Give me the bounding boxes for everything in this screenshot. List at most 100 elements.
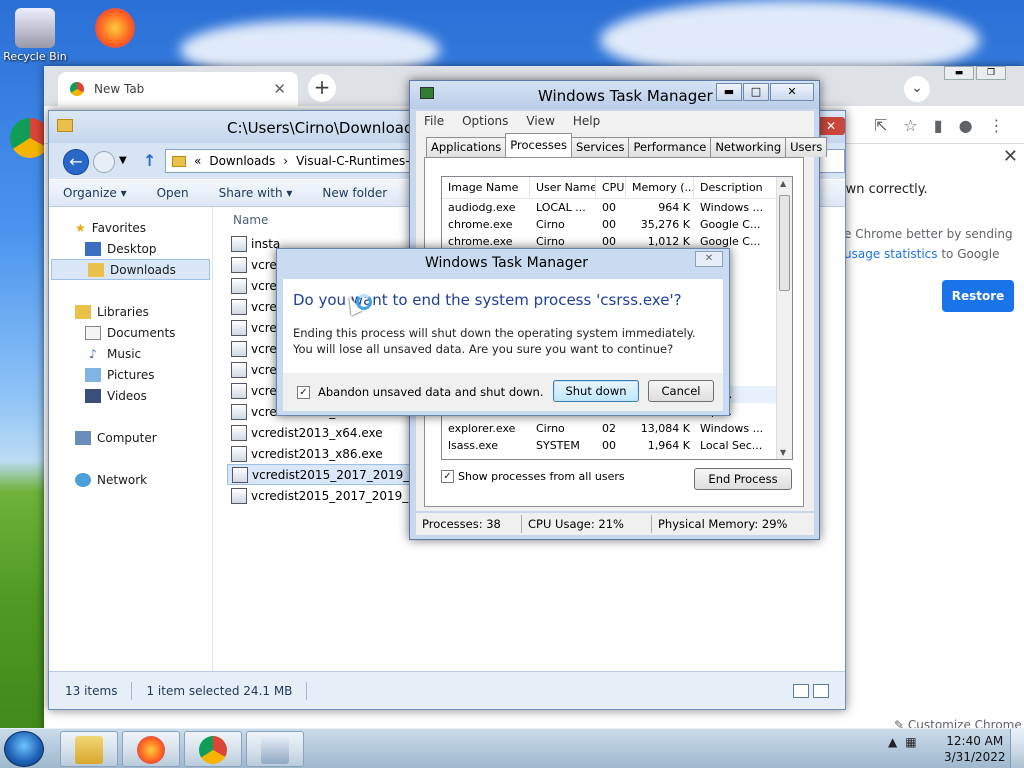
nav-computer[interactable]: Computer bbox=[49, 427, 212, 448]
taskbar-chrome[interactable] bbox=[184, 731, 242, 767]
new-folder-button[interactable]: New folder bbox=[322, 186, 387, 200]
address-segment-downloads[interactable]: Downloads bbox=[209, 154, 275, 168]
desktop-icon-recycle-bin[interactable]: Recycle Bin bbox=[0, 8, 70, 63]
forward-button[interactable] bbox=[93, 151, 115, 173]
close-icon[interactable]: ✕ bbox=[273, 80, 286, 98]
nav-favorites[interactable]: ★ Favorites bbox=[49, 217, 212, 238]
installer-icon bbox=[231, 277, 247, 294]
column-cpu[interactable]: CPU bbox=[596, 177, 626, 198]
tab-users[interactable]: Users bbox=[785, 137, 828, 157]
menu-options[interactable]: Options bbox=[462, 114, 508, 128]
tab-applications[interactable]: Applications bbox=[426, 137, 507, 157]
up-arrow-icon[interactable]: ↑ bbox=[143, 151, 156, 170]
installer-icon bbox=[232, 466, 248, 483]
close-button[interactable]: ✕ bbox=[817, 117, 845, 135]
tab-services[interactable]: Services bbox=[570, 137, 630, 157]
tab-performance[interactable]: Performance bbox=[628, 137, 712, 157]
close-button[interactable]: ✕ bbox=[770, 83, 814, 101]
process-row[interactable]: chrome.exe Cirno 00 35,276 K Google C... bbox=[442, 216, 792, 233]
minimize-button[interactable]: ▬ bbox=[716, 83, 742, 101]
nav-libraries[interactable]: Libraries bbox=[49, 301, 212, 322]
nav-label: Favorites bbox=[91, 220, 146, 235]
usage-statistics-link[interactable]: usage statistics bbox=[844, 247, 938, 261]
process-cell-mem: 35,276 K bbox=[640, 218, 690, 231]
scroll-up-icon[interactable]: ▲ bbox=[780, 179, 786, 188]
cancel-button[interactable]: Cancel bbox=[648, 380, 714, 402]
share-icon[interactable]: ⇱ bbox=[874, 116, 887, 135]
checkbox-checked[interactable]: ✓ bbox=[441, 470, 454, 483]
minimize-button[interactable]: ▬ bbox=[944, 66, 974, 80]
nav-videos[interactable]: Videos bbox=[49, 385, 212, 406]
chrome-tab-new-tab[interactable]: New Tab ✕ bbox=[58, 72, 298, 106]
network-icon[interactable]: ▦ bbox=[905, 735, 916, 749]
organize-button[interactable]: Organize ▾ bbox=[63, 186, 127, 200]
close-icon[interactable]: ✕ bbox=[1003, 146, 1018, 167]
column-description[interactable]: Description bbox=[694, 177, 780, 198]
process-row[interactable]: explorer.exe Cirno 02 13,084 K Windows ... bbox=[442, 420, 792, 437]
taskbar: ▲ ▦ 12:40 AM 3/31/2022 bbox=[0, 728, 1024, 768]
tab-strip: Applications Processes Services Performa… bbox=[426, 133, 828, 157]
shut-down-button[interactable]: Shut down bbox=[553, 380, 639, 402]
nav-music[interactable]: ♪ Music bbox=[49, 343, 212, 364]
process-scrollbar[interactable]: ▲ ▼ bbox=[776, 177, 792, 459]
tab-networking[interactable]: Networking bbox=[710, 137, 787, 157]
videos-icon bbox=[85, 388, 101, 403]
show-desktop-button[interactable] bbox=[1010, 729, 1024, 768]
share-with-button[interactable]: Share with ▾ bbox=[219, 186, 293, 200]
details-view-icon[interactable] bbox=[793, 684, 809, 698]
installer-icon bbox=[231, 445, 247, 462]
nav-downloads[interactable]: Downloads bbox=[51, 259, 210, 280]
column-user-name[interactable]: User Name bbox=[530, 177, 596, 198]
process-cell-name: audiodg.exe bbox=[448, 201, 516, 214]
documents-icon bbox=[85, 325, 101, 340]
process-row[interactable]: audiodg.exe LOCAL ... 00 964 K Windows ... bbox=[442, 199, 792, 216]
start-button[interactable] bbox=[4, 731, 44, 767]
back-button[interactable]: ← bbox=[63, 149, 89, 175]
menu-icon[interactable]: ⋮ bbox=[989, 116, 1005, 135]
process-row[interactable]: lsass.exe SYSTEM 00 1,964 K Local Sec... bbox=[442, 437, 792, 454]
infobar-subtext-a: e Chrome better by sending bbox=[844, 227, 1013, 241]
show-all-users-checkbox[interactable]: ✓ Show processes from all users bbox=[441, 470, 625, 483]
side-panel-icon[interactable]: ▮ bbox=[934, 116, 943, 135]
maximize-button[interactable]: □ bbox=[743, 83, 769, 101]
recent-pages-dropdown[interactable]: ▼ bbox=[119, 155, 127, 166]
menu-help[interactable]: Help bbox=[573, 114, 600, 128]
preview-view-icon[interactable] bbox=[813, 684, 829, 698]
taskbar-clock[interactable]: 12:40 AM 3/31/2022 bbox=[944, 733, 1006, 765]
checkbox-checked[interactable]: ✓ bbox=[297, 385, 310, 399]
menu-file[interactable]: File bbox=[424, 114, 444, 128]
installer-icon bbox=[231, 403, 247, 420]
dialog-title-bar[interactable]: Windows Task Manager ✕ bbox=[277, 249, 729, 277]
nav-desktop[interactable]: Desktop bbox=[49, 238, 212, 259]
end-process-button[interactable]: End Process bbox=[694, 468, 792, 490]
star-icon[interactable]: ☆ bbox=[903, 116, 917, 135]
show-hidden-icons-icon[interactable]: ▲ bbox=[888, 735, 897, 749]
taskbar-task-manager[interactable] bbox=[246, 731, 304, 767]
column-image-name[interactable]: Image Name bbox=[442, 177, 530, 198]
menu-view[interactable]: View bbox=[526, 114, 554, 128]
chevron-right-icon: › bbox=[283, 154, 289, 168]
tab-search-button[interactable]: ⌄ bbox=[904, 76, 930, 102]
file-name: vcre bbox=[251, 341, 277, 356]
profile-icon[interactable]: ● bbox=[959, 116, 973, 135]
folder-icon bbox=[75, 736, 103, 764]
infobar-subtext-b: to Google bbox=[937, 247, 1000, 261]
taskbar-firefox[interactable] bbox=[122, 731, 180, 767]
nav-pictures[interactable]: Pictures bbox=[49, 364, 212, 385]
tab-processes[interactable]: Processes bbox=[505, 133, 572, 157]
restore-button[interactable]: Restore bbox=[942, 280, 1014, 312]
close-button[interactable]: ✕ bbox=[695, 251, 723, 267]
scroll-down-icon[interactable]: ▼ bbox=[780, 448, 786, 457]
nav-documents[interactable]: Documents bbox=[49, 322, 212, 343]
desktop-icon-firefox[interactable] bbox=[80, 8, 150, 50]
maximize-button[interactable]: ❐ bbox=[976, 66, 1006, 80]
nav-label: Music bbox=[107, 346, 142, 361]
column-memory[interactable]: Memory (... bbox=[626, 177, 694, 198]
taskbar-explorer[interactable] bbox=[60, 731, 118, 767]
task-manager-title-bar[interactable]: Windows Task Manager ▬ □ ✕ bbox=[410, 81, 819, 109]
scroll-thumb[interactable] bbox=[779, 195, 790, 291]
nav-network[interactable]: Network bbox=[49, 469, 212, 490]
abandon-data-checkbox[interactable]: ✓ Abandon unsaved data and shut down. bbox=[297, 385, 544, 399]
new-tab-button[interactable]: + bbox=[308, 74, 336, 102]
open-button[interactable]: Open bbox=[157, 186, 189, 200]
